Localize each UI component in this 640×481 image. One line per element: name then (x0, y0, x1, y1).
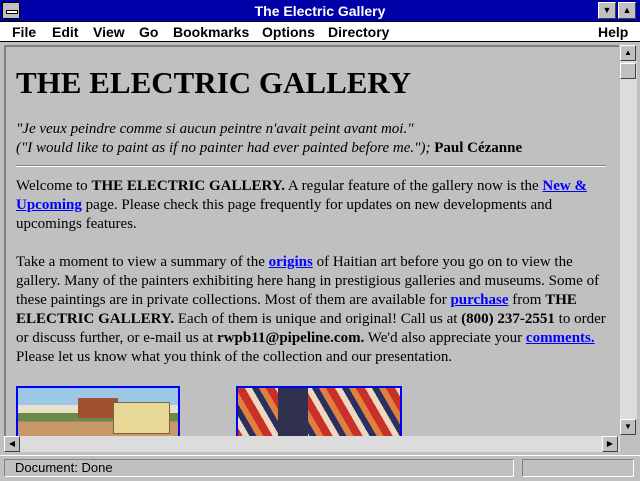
welcome-text: A regular feature of the gallery now is … (285, 178, 543, 194)
painting-detail (278, 388, 308, 436)
email-address: rwpb11@pipeline.com. (217, 330, 365, 346)
welcome-text: Welcome to (16, 178, 92, 194)
quote-english: ("I would like to paint as if no painter… (16, 140, 431, 156)
menu-edit[interactable]: Edit (52, 24, 78, 40)
painting-thumbnail[interactable] (16, 386, 180, 436)
window-title: The Electric Gallery (254, 3, 386, 19)
phone-number: (800) 237-2551 (461, 311, 555, 327)
menu-bar: File Edit View Go Bookmarks Options Dire… (0, 22, 640, 42)
quote-block: "Je veux peindre comme si aucun peintre … (16, 120, 606, 158)
welcome-text: page. Please check this page frequently … (16, 197, 553, 232)
painting-thumbnail[interactable] (236, 386, 402, 436)
vertical-scrollbar[interactable]: ▲ ▼ (620, 45, 638, 436)
info-text: from (508, 292, 546, 308)
info-text: Take a moment to view a summary of the (16, 254, 269, 270)
status-text: Document: Done (4, 459, 514, 477)
purchase-link[interactable]: purchase (450, 292, 508, 308)
scroll-track[interactable] (620, 61, 637, 419)
scroll-left-button[interactable]: ◀ (4, 436, 20, 452)
scroll-down-button[interactable]: ▼ (620, 419, 636, 435)
info-text: We'd also appreciate your (364, 330, 526, 346)
divider (16, 165, 606, 167)
quote-author: Paul Cézanne (434, 140, 523, 156)
menu-go[interactable]: Go (139, 24, 158, 40)
browser-window: The Electric Gallery ▼ ▲ File Edit View … (0, 0, 640, 481)
menu-options[interactable]: Options (262, 24, 315, 40)
info-text: Each of them is unique and original! Cal… (174, 311, 462, 327)
quote-french: "Je veux peindre comme si aucun peintre … (16, 121, 414, 137)
scroll-up-button[interactable]: ▲ (620, 45, 636, 61)
scroll-thumb[interactable] (620, 63, 636, 79)
menu-directory[interactable]: Directory (328, 24, 389, 40)
progress-indicator (522, 459, 634, 477)
menu-bookmarks[interactable]: Bookmarks (173, 24, 249, 40)
gallery-name: THE ELECTRIC GALLERY. (91, 178, 285, 194)
menu-view[interactable]: View (93, 24, 125, 40)
info-text: Please let us know what you think of the… (16, 349, 453, 365)
quote-english-line: ("I would like to paint as if no painter… (16, 139, 606, 158)
page-heading: THE ELECTRIC GALLERY (16, 65, 412, 100)
thumbnail-row (16, 386, 606, 436)
title-bar[interactable]: The Electric Gallery ▼ ▲ (0, 0, 640, 22)
horizontal-scrollbar[interactable]: ◀ ▶ (4, 436, 620, 452)
menu-file[interactable]: File (12, 24, 36, 40)
scroll-right-button[interactable]: ▶ (602, 436, 618, 452)
comments-link[interactable]: comments. (526, 330, 595, 346)
origins-link[interactable]: origins (269, 254, 313, 270)
info-paragraph: Take a moment to view a summary of the o… (16, 253, 606, 367)
painting-detail (113, 402, 170, 434)
menu-help[interactable]: Help (598, 24, 628, 40)
status-bar: Document: Done (0, 455, 640, 481)
maximize-button[interactable]: ▲ (618, 2, 636, 19)
page-viewport[interactable]: THE ELECTRIC GALLERY "Je veux peindre co… (4, 45, 619, 436)
minimize-button[interactable]: ▼ (598, 2, 616, 19)
page-content: THE ELECTRIC GALLERY "Je veux peindre co… (16, 65, 606, 436)
painting-detail (78, 398, 118, 418)
welcome-paragraph: Welcome to THE ELECTRIC GALLERY. A regul… (16, 177, 606, 234)
